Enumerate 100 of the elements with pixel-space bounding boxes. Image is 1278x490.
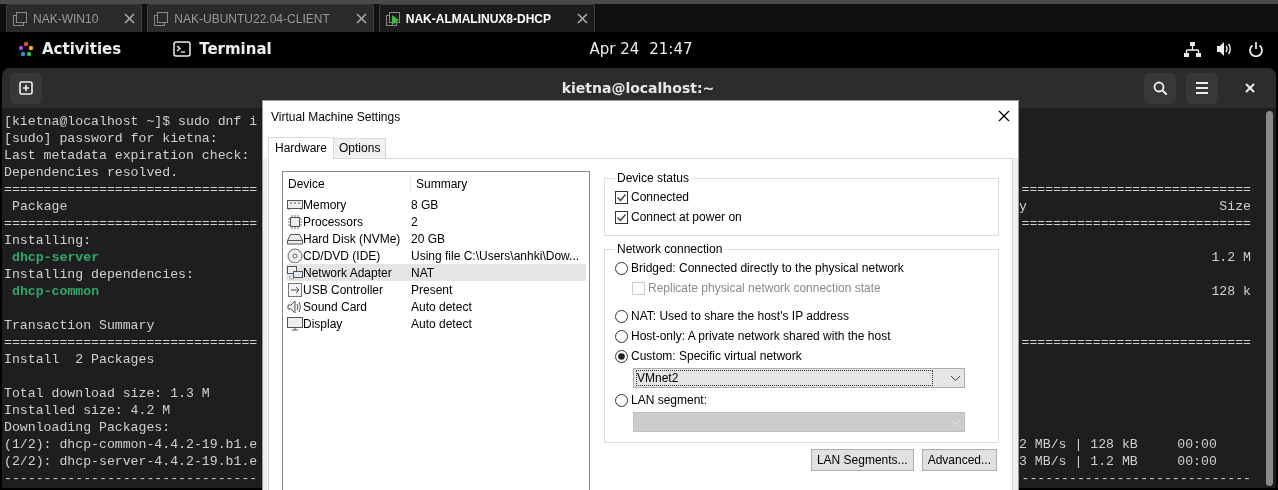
menu-icon bbox=[1195, 81, 1209, 95]
device-row[interactable]: Processors 2 bbox=[286, 213, 586, 230]
window-title: kietna@localhost:~ bbox=[561, 80, 715, 96]
group-label: Device status bbox=[616, 171, 691, 185]
app-menu-label[interactable]: Terminal bbox=[199, 40, 272, 58]
device-row[interactable]: Hard Disk (NVMe) 20 GB bbox=[286, 230, 586, 247]
volume-icon[interactable] bbox=[1217, 41, 1232, 57]
package-name: dhcp-server bbox=[11, 250, 100, 265]
tab[interactable]: Hardware bbox=[268, 137, 335, 159]
separator-text: ================================ bbox=[4, 182, 258, 197]
device-summary: 8 GB bbox=[411, 197, 439, 212]
column-header: Size bbox=[1219, 198, 1251, 215]
vm-tab[interactable]: NAK-WIN10 bbox=[6, 4, 143, 32]
device-row[interactable]: USB Controller Present bbox=[286, 281, 586, 298]
checkbox-label[interactable]: Connected bbox=[631, 190, 690, 204]
radio-label[interactable]: Custom: Specific virtual network bbox=[631, 349, 802, 363]
dialog-button[interactable]: LAN Segments... bbox=[810, 449, 914, 471]
vm-running-icon bbox=[385, 11, 400, 26]
terminal-text: Dependencies resolved. bbox=[4, 165, 179, 180]
chevron-down-icon bbox=[950, 418, 961, 426]
device-row[interactable]: Display Auto detect bbox=[286, 315, 586, 332]
terminal-text: [kietna@localhost ~]$ sudo dnf i bbox=[4, 114, 258, 129]
device-name: CD/DVD (IDE) bbox=[303, 248, 382, 263]
menu-button[interactable] bbox=[1186, 72, 1218, 104]
separator-text: ============================= bbox=[1021, 181, 1251, 198]
column-header[interactable]: Summary bbox=[411, 177, 468, 191]
monitor-icon bbox=[287, 316, 303, 331]
terminal-text: Downloading Packages: bbox=[4, 420, 171, 435]
column-header[interactable]: Device bbox=[283, 177, 411, 191]
vm-tab[interactable]: NAK-ALMALINUX8-DHCP bbox=[378, 4, 596, 32]
terminal-text: Installing: bbox=[4, 233, 92, 248]
device-row[interactable]: Sound Card Auto detect bbox=[286, 298, 586, 315]
vm-tab[interactable]: NAK-UBUNTU22.04-CLIENT bbox=[147, 4, 374, 32]
terminal-text: Transaction Summary bbox=[4, 318, 155, 333]
terminal-text: Last metadata expiration check: bbox=[4, 148, 250, 163]
radio-button[interactable] bbox=[615, 349, 628, 363]
radio-label[interactable]: Host-only: A private network shared with the host bbox=[631, 329, 891, 343]
tab[interactable]: Options bbox=[333, 138, 387, 158]
terminal-icon bbox=[173, 41, 192, 57]
close-icon bbox=[1245, 83, 1255, 93]
checkbox[interactable] bbox=[615, 190, 628, 204]
dialog-button[interactable]: Advanced... bbox=[921, 449, 997, 471]
separator-text: -------------------------------- bbox=[4, 471, 258, 486]
close-icon bbox=[998, 109, 1010, 122]
activities-icon[interactable] bbox=[18, 41, 34, 57]
memory-icon bbox=[287, 197, 303, 212]
device-name: Processors bbox=[303, 214, 365, 229]
terminal-text: Install 2 Packages bbox=[4, 352, 155, 367]
checkbox-label[interactable]: Connect at power on bbox=[631, 210, 742, 224]
device-name: Sound Card bbox=[303, 299, 369, 314]
device-row[interactable]: Network Adapter NAT bbox=[286, 264, 586, 281]
device-summary: Present bbox=[411, 282, 453, 297]
device-row[interactable]: CD/DVD (IDE) Using file C:\Users\anhki\Dow... bbox=[286, 247, 586, 264]
network-icon[interactable] bbox=[1184, 41, 1201, 57]
terminal-text: 1.2 M bbox=[1211, 249, 1251, 266]
radio-label[interactable]: LAN segment: bbox=[631, 393, 708, 407]
radio-button[interactable] bbox=[615, 393, 628, 407]
radio-button[interactable] bbox=[615, 261, 628, 275]
radio-button[interactable] bbox=[615, 329, 628, 343]
device-summary: Auto detect bbox=[411, 316, 472, 331]
new-tab-icon bbox=[19, 81, 33, 95]
checkbox[interactable] bbox=[615, 210, 628, 224]
device-summary: Auto detect bbox=[411, 299, 472, 314]
scrollbar[interactable] bbox=[1266, 111, 1273, 486]
activities-button[interactable]: Activities bbox=[42, 40, 122, 58]
terminal-text: 2 MB/s | 128 kB 00:00 bbox=[1019, 436, 1217, 453]
new-tab-button[interactable] bbox=[10, 72, 42, 104]
vm-icon bbox=[13, 11, 27, 26]
column-header: y bbox=[1019, 198, 1027, 215]
separator-text: ----------------------------- bbox=[1021, 470, 1251, 487]
clock-label[interactable]: 21:47 bbox=[649, 40, 693, 58]
network-dropdown[interactable]: VMnet2 bbox=[633, 368, 965, 388]
device-summary: 20 GB bbox=[411, 231, 446, 246]
terminal-text: (1/2): dhcp-common-4.4.2-19.b1.e bbox=[4, 437, 258, 452]
device-summary: 2 bbox=[411, 214, 418, 229]
separator-text: ================================ bbox=[4, 216, 258, 231]
dialog-title: Virtual Machine Settings bbox=[271, 110, 401, 124]
date-label[interactable]: Apr 24 bbox=[589, 40, 640, 58]
separator-text: ============================= bbox=[1021, 334, 1251, 351]
device-summary: NAT bbox=[411, 265, 435, 280]
close-icon[interactable] bbox=[577, 13, 589, 24]
search-button[interactable] bbox=[1144, 72, 1176, 104]
search-icon bbox=[1153, 81, 1167, 95]
terminal-text: Total download size: 1.3 M bbox=[4, 386, 210, 401]
group-label: Network connection bbox=[616, 242, 724, 256]
terminal-text: 3 MB/s | 1.2 MB 00:00 bbox=[1019, 453, 1217, 470]
chip-icon bbox=[287, 214, 303, 229]
radio-label[interactable]: Bridged: Connected directly to the physical network bbox=[631, 261, 904, 275]
device-row[interactable]: Memory 8 GB bbox=[286, 196, 586, 213]
speaker-icon bbox=[287, 299, 303, 314]
terminal-text: [sudo] password for kietna: bbox=[4, 131, 218, 146]
vm-icon bbox=[154, 11, 169, 26]
device-summary: Using file C:\Users\anhki\Dow... bbox=[411, 248, 580, 263]
close-icon[interactable] bbox=[355, 13, 367, 24]
radio-button[interactable] bbox=[615, 309, 628, 323]
power-icon[interactable] bbox=[1248, 41, 1264, 57]
radio-label[interactable]: NAT: Used to share the host's IP address bbox=[631, 309, 849, 323]
close-icon[interactable] bbox=[124, 13, 136, 24]
device-name: Network Adapter bbox=[303, 265, 393, 280]
device-name: Hard Disk (NVMe) bbox=[303, 231, 402, 246]
